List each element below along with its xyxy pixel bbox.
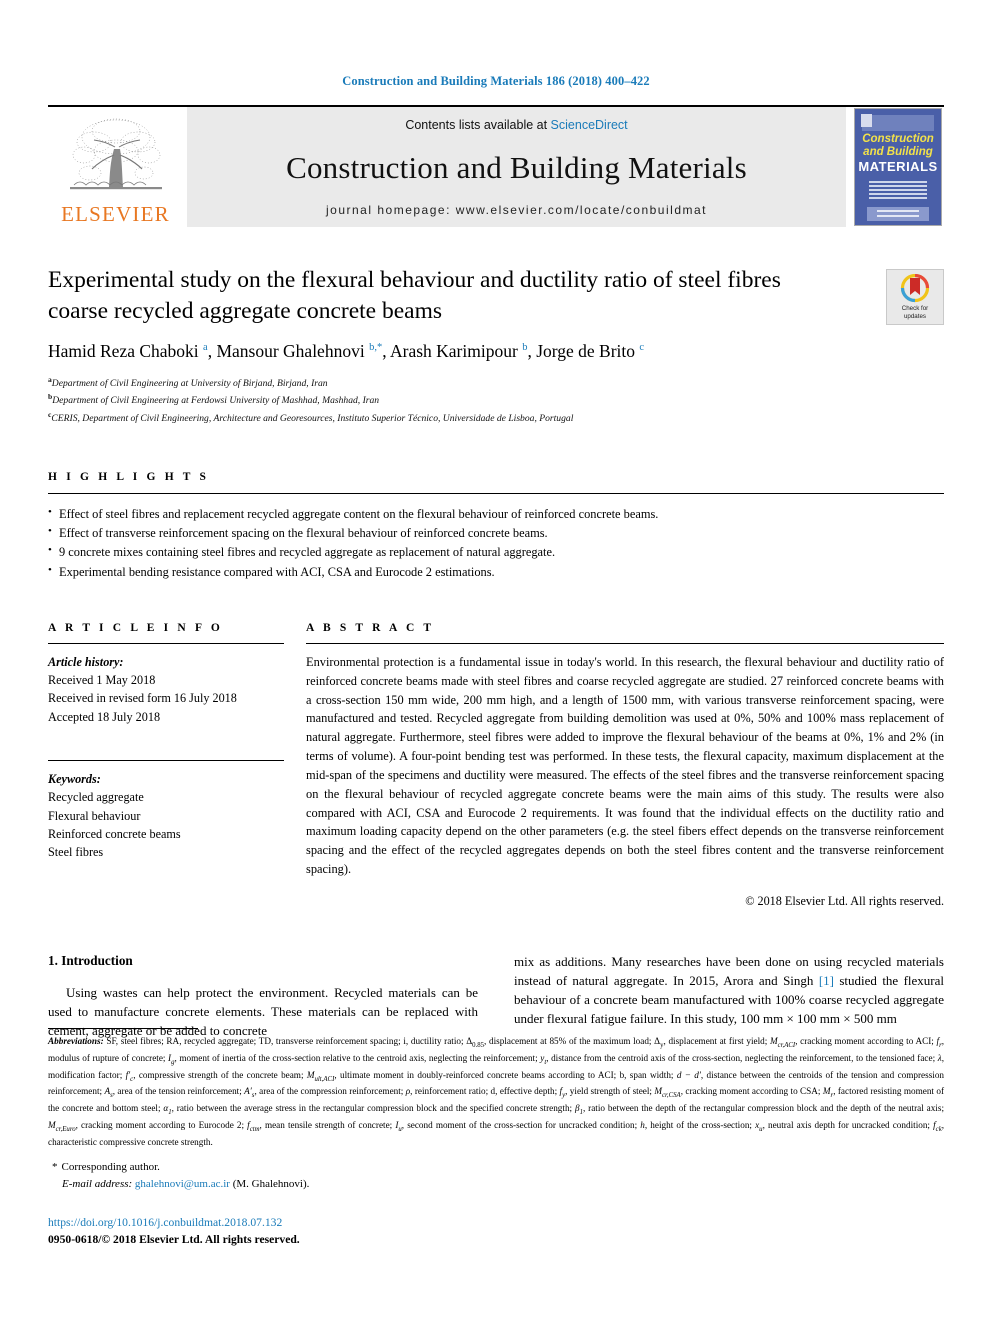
article-info-divider (48, 642, 284, 644)
cover-elsevier-mark-icon (861, 114, 872, 127)
keyword-item: Steel fibres (48, 845, 104, 860)
introduction-heading: 1. Introduction (48, 953, 133, 969)
masthead-center: Contents lists available at ScienceDirec… (187, 107, 846, 227)
list-item: 9 concrete mixes containing steel fibres… (48, 542, 944, 562)
keywords-block: Keywords: Recycled aggregate Flexural be… (48, 760, 284, 861)
corresponding-author-line: * Corresponding author. (52, 1159, 944, 1176)
author-list: Hamid Reza Chaboki a, Mansour Ghalehnovi… (48, 341, 645, 362)
footnote-rule (48, 1028, 198, 1029)
highlights-section: H I G H L I G H T S Effect of steel fibr… (48, 471, 944, 582)
keyword-item: Recycled aggregate (48, 790, 144, 805)
cover-top-bar (862, 115, 934, 131)
email-link[interactable]: ghalehnovi@um.ac.ir (135, 1178, 230, 1190)
highlights-divider (48, 493, 944, 495)
title-block: Experimental study on the flexural behav… (48, 265, 944, 427)
page-title: Experimental study on the flexural behav… (48, 267, 781, 324)
article-info-heading: A R T I C L E I N F O (48, 621, 223, 634)
abstract-section: A B S T R A C T Environmental protection… (306, 622, 944, 909)
affiliation-list: aDepartment of Civil Engineering at Univ… (48, 374, 874, 427)
article-history-label: Article history: (48, 654, 124, 669)
cover-title-line3: MATERIALS (858, 159, 938, 174)
abbreviations-text: SF, steel fibres; RA, recycled aggregate… (48, 1036, 945, 1147)
running-head: Construction and Building Materials 186 … (342, 74, 650, 88)
affiliation-text: Department of Civil Engineering at Ferdo… (52, 395, 380, 407)
issn-copyright-line: 0950-0618/© 2018 Elsevier Ltd. All right… (48, 1232, 300, 1246)
abstract-divider (306, 642, 944, 644)
keywords-divider (48, 760, 284, 762)
affiliation-item: aDepartment of Civil Engineering at Univ… (48, 374, 874, 392)
highlights-list: Effect of steel fibres and replacement r… (48, 504, 944, 582)
elsevier-logo: ELSEVIER (48, 107, 183, 227)
doi-link[interactable]: https://doi.org/10.1016/j.conbuildmat.20… (48, 1215, 944, 1232)
keyword-item: Flexural behaviour (48, 808, 141, 823)
corresponding-author-note: * Corresponding author. E-mail address: g… (48, 1159, 944, 1193)
info-abstract-row: A R T I C L E I N F O Article history: R… (48, 622, 944, 909)
history-item: Received 1 May 2018 (48, 673, 156, 688)
footnote-section: Abbreviations: SF, steel fibres; RA, rec… (48, 1028, 944, 1249)
sciencedirect-link[interactable]: ScienceDirect (551, 118, 628, 132)
contents-lists-line: Contents lists available at ScienceDirec… (405, 118, 627, 132)
crossmark-line2: updates (903, 312, 926, 320)
history-item: Accepted 18 July 2018 (48, 709, 161, 724)
crossmark-icon (900, 273, 930, 302)
introduction-paragraph-continued: mix as additions. Many researches have b… (514, 953, 944, 1029)
abstract-copyright: © 2018 Elsevier Ltd. All rights reserved… (745, 894, 944, 909)
abbreviations-label: Abbreviations: (48, 1036, 104, 1046)
affiliation-item: cCERIS, Department of Civil Engineering,… (48, 409, 874, 427)
cover-title-line1: Construction (862, 133, 934, 145)
affiliation-text: Department of Civil Engineering at Unive… (51, 377, 328, 389)
keywords-label: Keywords: (48, 772, 101, 787)
corresponding-author-text: Corresponding author. (61, 1160, 160, 1173)
cover-lower-panel (867, 207, 929, 221)
elsevier-tree-icon (69, 118, 162, 190)
highlights-heading: H I G H L I G H T S (48, 471, 210, 484)
affiliation-text: CERIS, Department of Civil Engineering, … (51, 413, 574, 425)
email-owner: (M. Ghalehnovi). (232, 1177, 310, 1190)
journal-masthead: ELSEVIER Contents lists available at Sci… (48, 105, 944, 227)
abstract-text: Environmental protection is a fundamenta… (306, 654, 944, 877)
article-info-section: A R T I C L E I N F O Article history: R… (48, 622, 306, 909)
citation-link[interactable]: [1] (819, 973, 834, 988)
affiliation-item: bDepartment of Civil Engineering at Ferd… (48, 391, 874, 409)
cover-title-line2: and Building (863, 146, 933, 158)
cover-subtitle-block (869, 179, 927, 201)
paper-page: Construction and Building Materials 186 … (0, 0, 992, 1323)
doi-block: https://doi.org/10.1016/j.conbuildmat.20… (48, 1215, 944, 1249)
asterisk-icon: * (52, 1160, 58, 1173)
email-line: E-mail address: ghalehnovi@um.ac.ir (M. … (62, 1176, 944, 1193)
crossmark-line1: Check for (901, 304, 929, 312)
journal-title: Construction and Building Materials (286, 149, 747, 185)
article-history-block: Article history: Received 1 May 2018 Rec… (48, 653, 284, 726)
list-item: Effect of transverse reinforcement spaci… (48, 523, 944, 543)
email-label: E-mail address: (62, 1177, 133, 1190)
journal-homepage-link[interactable]: journal homepage: www.elsevier.com/locat… (326, 203, 707, 217)
list-item: Effect of steel fibres and replacement r… (48, 504, 944, 524)
history-item: Received in revised form 16 July 2018 (48, 691, 237, 706)
crossmark-label: Check for updates (902, 305, 928, 321)
abstract-heading: A B S T R A C T (306, 621, 435, 634)
crossmark-badge[interactable]: Check for updates (886, 269, 944, 325)
elsevier-wordmark: ELSEVIER (61, 202, 170, 226)
abbreviations-note: Abbreviations: SF, steel fibres; RA, rec… (48, 1034, 944, 1150)
keyword-item: Reinforced concrete beams (48, 826, 181, 841)
title-main: Experimental study on the flexural behav… (48, 265, 886, 427)
cover-art: Construction and Building MATERIALS (854, 108, 942, 226)
list-item: Experimental bending resistance compared… (48, 562, 944, 582)
contents-prefix: Contents lists available at (405, 118, 551, 132)
journal-cover-thumbnail: Construction and Building MATERIALS (852, 107, 944, 227)
